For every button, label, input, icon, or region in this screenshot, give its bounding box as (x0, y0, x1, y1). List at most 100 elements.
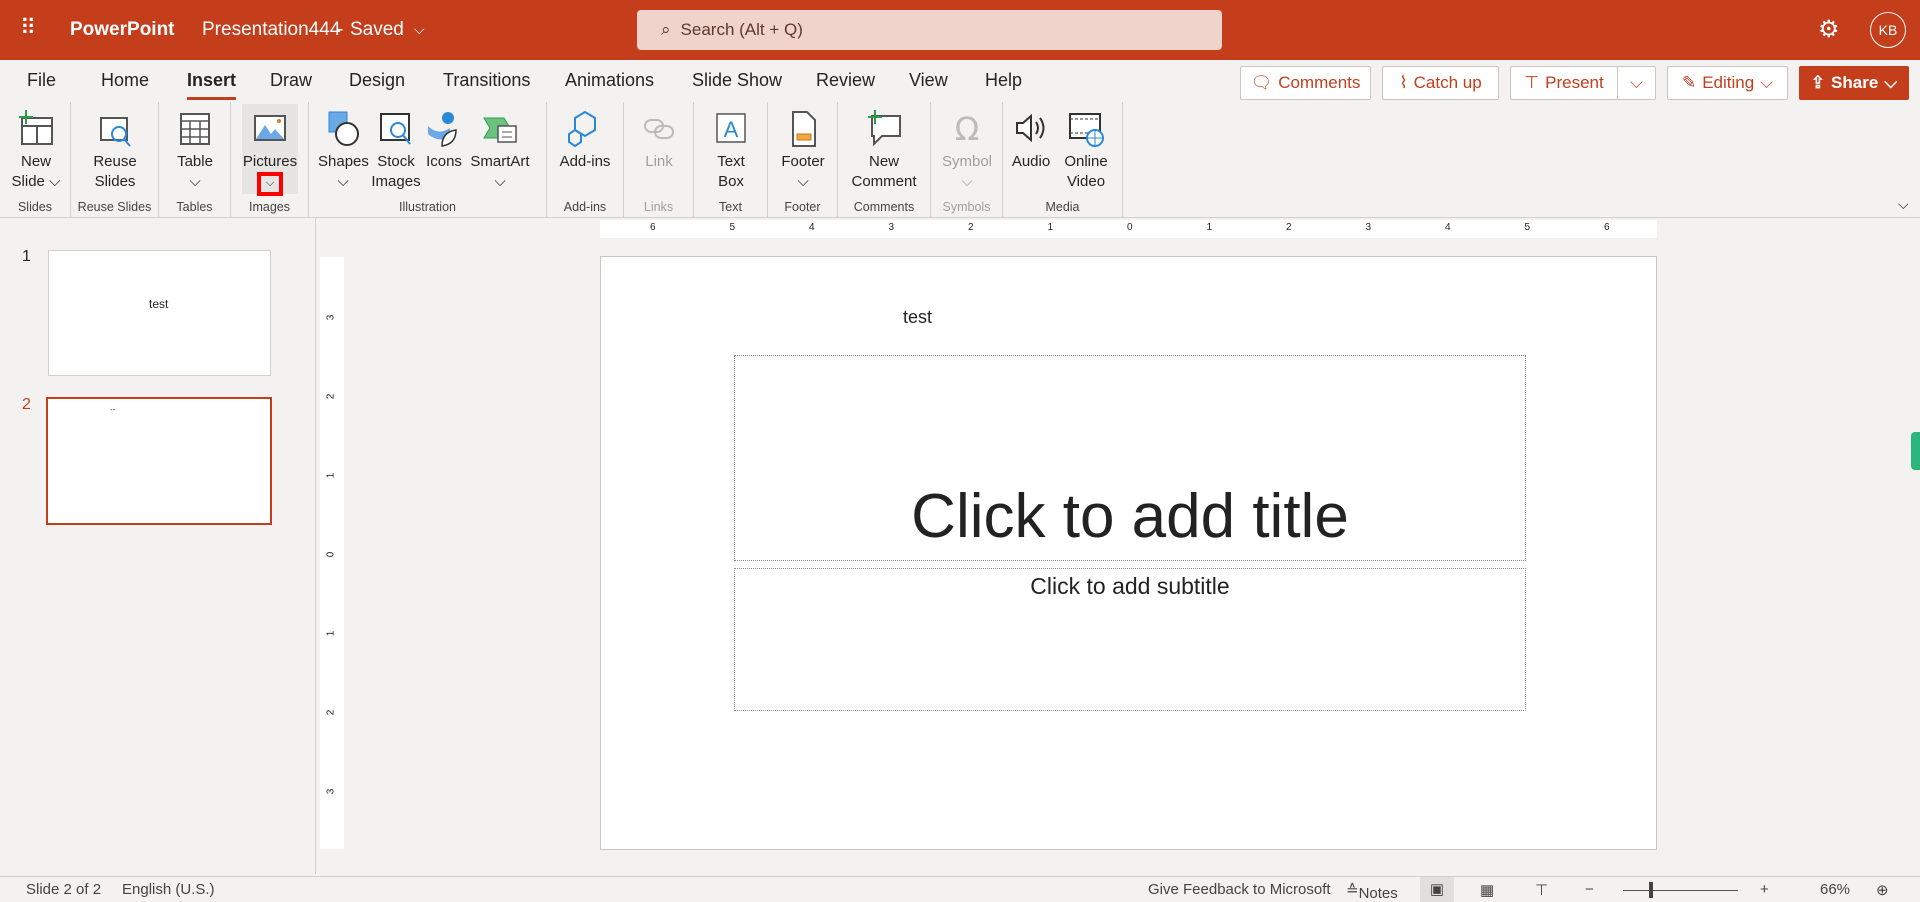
ruler-tick-label: 0 (1127, 222, 1133, 233)
horizontal-ruler[interactable]: 6 5 4 3 2 1 0 1 2 3 4 5 6 (600, 220, 1657, 238)
slide-sorter-button[interactable]: ▦ (1480, 881, 1494, 899)
zoom-level[interactable]: 66% (1820, 881, 1850, 898)
svg-text:Ω: Ω (955, 110, 979, 148)
add-ins-button[interactable]: Add-ins (555, 108, 615, 172)
ruler-tick-label: 3 (325, 788, 337, 795)
new-comment-button[interactable]: New Comment (844, 108, 924, 192)
ribbon: New Slide ⌵ Slides Reuse Slides Reuse Slid… (0, 102, 1920, 218)
catch-up-button[interactable]: ⌇ Catch up (1382, 66, 1499, 100)
editing-mode-button[interactable]: ✎ Editing ⌵ (1667, 66, 1788, 100)
ruler-tick-label: 4 (809, 222, 815, 233)
text-box-button[interactable]: A Text Box (701, 108, 761, 192)
side-panel-handle[interactable] (1911, 432, 1920, 470)
comment-icon: 🗨 (1250, 73, 1273, 92)
footer-button[interactable]: Footer ⌵ (773, 108, 833, 192)
shapes-icon (328, 111, 359, 146)
smartart-button[interactable]: SmartArt ⌵ (467, 108, 533, 192)
pencil-icon: ✎ (1681, 73, 1697, 92)
stock-images-button[interactable]: Stock Images (371, 108, 421, 192)
title-placeholder[interactable]: Click to add title (734, 355, 1526, 561)
tab-draw[interactable]: Draw (270, 70, 312, 91)
tab-help[interactable]: Help (985, 70, 1022, 91)
stock-images-icon (380, 113, 411, 145)
present-icon: ⊤ (1524, 73, 1540, 92)
chevron-down-icon[interactable]: ⌵ (414, 21, 425, 38)
link-button[interactable]: Link (629, 108, 689, 172)
zoom-slider[interactable] (1623, 890, 1738, 891)
search-input[interactable]: ⌕ Search (Alt + Q) (637, 10, 1222, 50)
group-links: Link Links (624, 102, 694, 218)
pictures-button[interactable]: Pictures ⌵ (242, 104, 298, 196)
app-name: PowerPoint (70, 19, 175, 40)
slide-count: Slide 2 of 2 (26, 881, 102, 898)
zoom-in-button[interactable]: + (1760, 881, 1769, 898)
avatar[interactable]: KB (1870, 12, 1906, 48)
speaker-icon (1016, 113, 1045, 143)
fit-to-window-icon[interactable]: ⊕ (1876, 881, 1889, 899)
status-bar: Slide 2 of 2 English (U.S.) Give Feedbac… (0, 876, 1920, 902)
tab-view[interactable]: View (909, 70, 948, 91)
audio-button[interactable]: Audio (1006, 108, 1056, 172)
group-footer: Footer ⌵ Footer (768, 102, 838, 218)
present-button[interactable]: ⊤ Present (1510, 66, 1618, 100)
tab-insert[interactable]: Insert (187, 70, 237, 100)
symbol-button[interactable]: Ω Symbol ⌵ (937, 108, 997, 192)
reading-view-button[interactable]: ⊤ (1535, 881, 1548, 899)
online-video-button[interactable]: Online Video (1058, 108, 1114, 192)
ruler-tick-label: 5 (1524, 222, 1531, 233)
new-slide-button[interactable]: New Slide ⌵ (6, 108, 66, 192)
group-media: Audio Online Video Media (1003, 102, 1123, 218)
group-tables: Table ⌵ Tables (159, 102, 231, 218)
slide-canvas[interactable]: test Click to add title Click to add sub… (600, 256, 1657, 850)
table-button[interactable]: Table ⌵ (165, 108, 225, 192)
ruler-tick-label: 2 (1286, 222, 1292, 233)
slide-thumbnail-2[interactable]: -- (46, 397, 272, 525)
pictures-dropdown-chevron[interactable]: ⌵ (257, 172, 283, 196)
feedback-link[interactable]: Give Feedback to Microsoft (1148, 881, 1331, 898)
subtitle-placeholder[interactable]: Click to add subtitle (734, 568, 1526, 711)
tab-file[interactable]: File (27, 70, 56, 91)
slide-text-test[interactable]: test (903, 307, 932, 328)
settings-gear-icon[interactable]: ⚙ (1818, 15, 1840, 44)
ruler-tick-label: 6 (650, 222, 656, 233)
zoom-slider-thumb[interactable] (1649, 882, 1654, 898)
slide-thumbnails-pane: 1 test 2 -- (0, 218, 316, 874)
omega-icon: Ω (955, 110, 979, 148)
group-comments: New Comment Comments (838, 102, 931, 218)
icons-button[interactable]: Icons (424, 108, 464, 172)
slide-thumbnail-1[interactable]: test (48, 250, 271, 376)
ruler-tick-label: 1 (325, 630, 337, 637)
footer-icon (792, 111, 816, 147)
share-button[interactable]: ⇪ Share ⌵ (1799, 66, 1909, 100)
ruler-tick-label: 2 (325, 393, 337, 400)
tab-slide-show[interactable]: Slide Show (692, 70, 782, 91)
tab-review[interactable]: Review (816, 70, 875, 91)
ruler-tick-label: 6 (1604, 222, 1610, 233)
group-illustration: Shapes ⌵ Stock Images Icons SmartArt ⌵ Illu… (309, 102, 547, 218)
language[interactable]: English (U.S.) (122, 881, 215, 898)
tab-design[interactable]: Design (349, 70, 405, 91)
ruler-tick-label: 5 (729, 222, 736, 233)
pulse-icon: ⌇ (1399, 73, 1408, 92)
tab-home[interactable]: Home (101, 70, 149, 91)
tab-animations[interactable]: Animations (565, 70, 654, 91)
add-ins-icon (568, 110, 596, 148)
new-comment-icon (868, 110, 901, 147)
chevron-down-icon: ⌵ (1630, 73, 1643, 92)
ruler-tick-label: 4 (1445, 222, 1451, 233)
shapes-button[interactable]: Shapes ⌵ (318, 108, 369, 192)
reuse-slides-button[interactable]: Reuse Slides (85, 108, 145, 192)
zoom-out-button[interactable]: − (1585, 881, 1594, 898)
collapse-ribbon-chevron-icon[interactable]: ⌵ (1898, 196, 1909, 213)
group-text: A Text Box Text (694, 102, 768, 218)
present-options-button[interactable]: ⌵ (1617, 66, 1656, 100)
group-images: Pictures ⌵ Images (231, 102, 309, 218)
normal-view-button[interactable]: ▣ (1420, 877, 1454, 902)
vertical-ruler[interactable]: 3 2 1 0 1 2 3 (320, 257, 344, 849)
notes-button[interactable]: ≙ Notes (1346, 881, 1398, 902)
tab-transitions[interactable]: Transitions (443, 70, 530, 91)
document-title[interactable]: Presentation444 (202, 19, 340, 41)
ruler-tick-label: 3 (888, 222, 895, 233)
app-launcher-icon[interactable]: ⠿ (20, 15, 36, 41)
comments-button[interactable]: 🗨 Comments (1240, 66, 1371, 100)
